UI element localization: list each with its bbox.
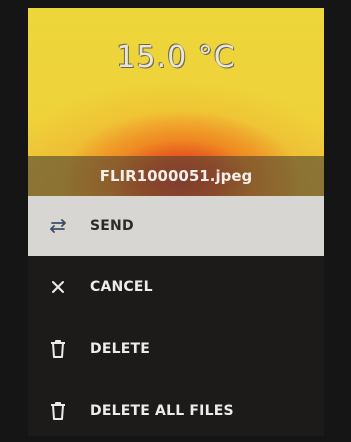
menu-item-delete[interactable]: DELETE xyxy=(28,318,324,380)
file-name: FLIR1000051.jpeg xyxy=(99,167,253,185)
menu-item-cancel[interactable]: CANCEL xyxy=(28,256,324,318)
menu-item-label: SEND xyxy=(90,218,134,234)
swap-arrows-icon xyxy=(46,214,70,238)
close-icon xyxy=(46,275,70,299)
thermal-image-preview: 15.0 °C FLIR1000051.jpeg xyxy=(28,8,324,196)
menu-item-label: DELETE xyxy=(90,341,150,357)
menu-item-label: DELETE ALL FILES xyxy=(90,403,234,419)
menu-item-label: CANCEL xyxy=(90,279,153,295)
trash-icon xyxy=(46,399,70,423)
trash-icon xyxy=(46,337,70,361)
filename-bar: FLIR1000051.jpeg xyxy=(28,156,324,196)
menu-item-send[interactable]: SEND xyxy=(28,196,324,256)
file-action-menu: SEND CANCEL DELETE DELETE ALL FILES xyxy=(28,196,324,436)
camera-screen: 15.0 °C FLIR1000051.jpeg SEND CANCEL DEL… xyxy=(28,8,324,436)
device-frame: 15.0 °C FLIR1000051.jpeg SEND CANCEL DEL… xyxy=(0,0,351,442)
temperature-readout: 15.0 °C xyxy=(116,40,236,75)
menu-item-delete-all-files[interactable]: DELETE ALL FILES xyxy=(28,380,324,436)
